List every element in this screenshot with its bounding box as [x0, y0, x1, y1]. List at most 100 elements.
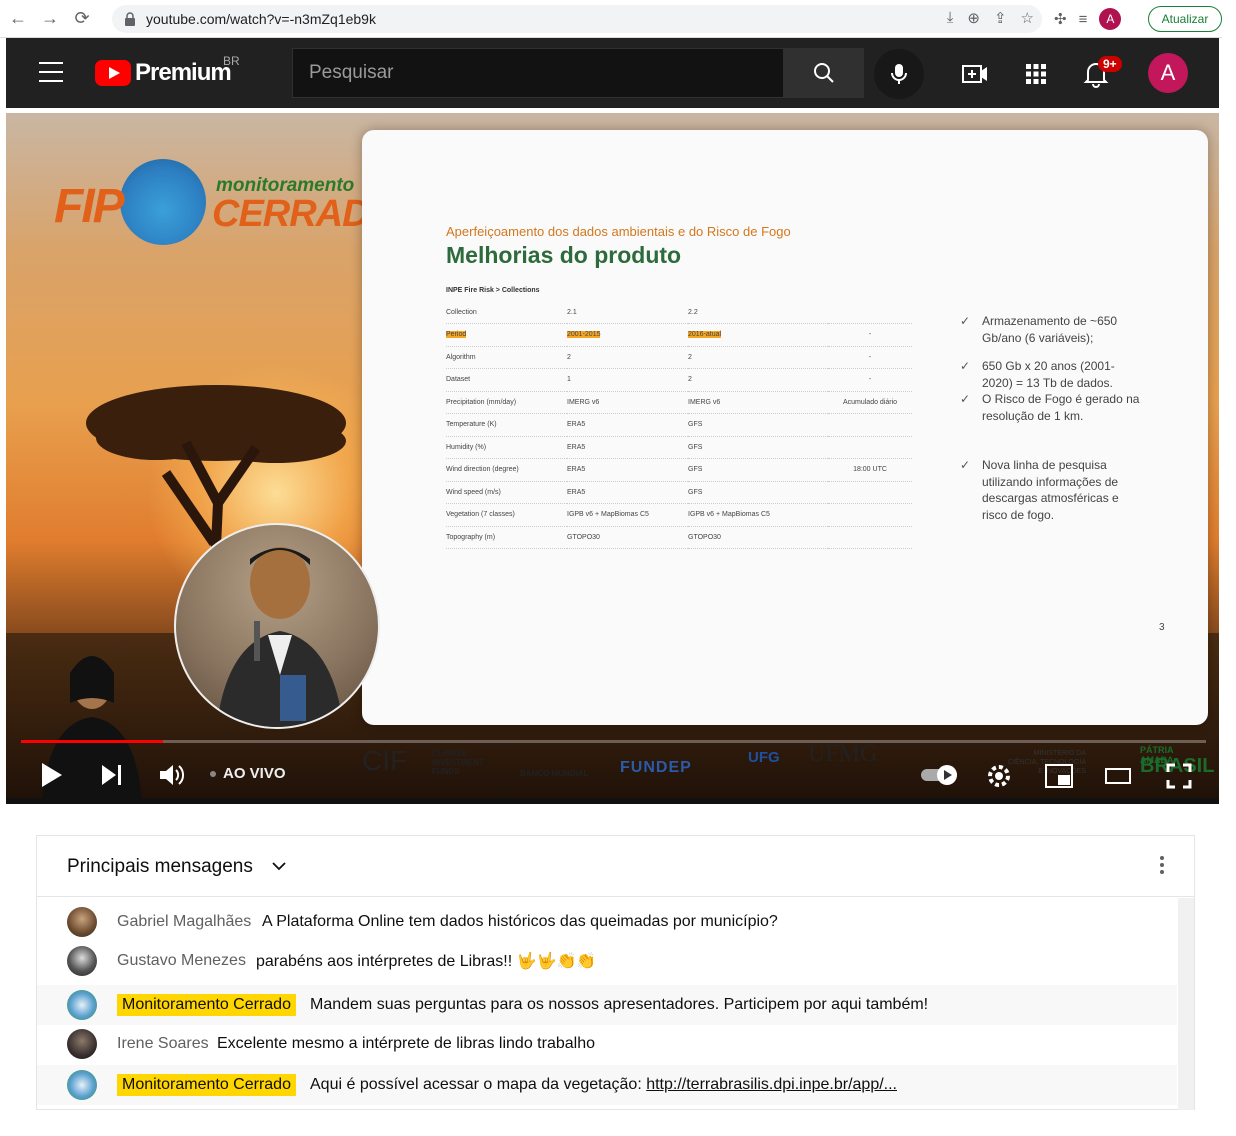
table-cell: ERA5 [567, 481, 688, 504]
more-options-icon[interactable] [1160, 856, 1164, 877]
update-button[interactable]: Atualizar [1148, 6, 1222, 32]
autoplay-toggle-icon[interactable] [919, 763, 967, 787]
slide-bullets: Armazenamento de ~650 Gb/ano (6 variávei… [960, 313, 1140, 523]
table-cell-text: Algorithm [446, 353, 476, 361]
reading-list-icon[interactable]: ≡ [1079, 11, 1088, 28]
account-avatar[interactable]: A [1148, 53, 1188, 93]
play-icon[interactable] [40, 761, 64, 789]
avatar[interactable] [67, 990, 97, 1020]
message-author-owner[interactable]: Monitoramento Cerrado [117, 994, 296, 1016]
fip-globe-icon [120, 159, 206, 245]
message-author[interactable]: Irene Soares [117, 1035, 209, 1053]
table-row: Algorithm 2 2 - [446, 346, 912, 369]
table-row: Precipitation (mm/day) IMERG v6 IMERG v6 Ac… [446, 391, 912, 414]
apps-grid-icon[interactable] [1022, 60, 1050, 88]
share-icon[interactable]: ⇪ [994, 9, 1007, 27]
table-cell: Temperature (K) [446, 413, 567, 437]
browser-toolbar: ← → ⟳ youtube.com/watch?v=-n3mZq1eb9k ⤓ … [0, 0, 1222, 38]
table-cell-text: 2.2 [688, 308, 698, 316]
table-cell: Wind speed (m/s) [446, 481, 567, 504]
slide-title: Melhorias do produto [446, 242, 682, 268]
back-icon[interactable]: ← [4, 5, 32, 33]
table-cell: GFS [688, 458, 828, 482]
chat-scrollbar[interactable] [1178, 898, 1194, 1110]
address-bar[interactable]: youtube.com/watch?v=-n3mZq1eb9k ⤓ ⊕ ⇪ ☆ [112, 5, 1042, 33]
page: ← → ⟳ youtube.com/watch?v=-n3mZq1eb9k ⤓ … [0, 0, 1236, 1136]
zoom-icon[interactable]: ⊕ [967, 9, 980, 27]
live-dot [210, 771, 216, 777]
table-cell: Wind direction (degree) [446, 458, 567, 482]
table-cell [828, 481, 912, 504]
chat-message-pinned: Monitoramento Cerrado Aqui é possível ac… [37, 1065, 1177, 1105]
video-player[interactable]: FIP monitoramento CERRADO Aperfeiçoament… [6, 113, 1219, 803]
table-cell-text: ERA5 [567, 421, 586, 429]
lock-icon [125, 12, 135, 26]
table-cell: Algorithm [446, 346, 567, 369]
chat-mode-dropdown[interactable]: Principais mensagens [67, 856, 253, 878]
avatar[interactable] [67, 946, 97, 976]
table-row: Period 2001-2015 2016-atual - [446, 323, 912, 347]
table-cell-text: - [868, 353, 872, 361]
country-code: BR [223, 54, 240, 68]
table-cell-text: Temperature (K) [446, 421, 497, 429]
message-link[interactable]: http://terrabrasilis.dpi.inpe.br/app/... [646, 1076, 897, 1093]
forward-icon[interactable]: → [36, 5, 64, 33]
avatar[interactable] [67, 907, 97, 937]
progress-fill [21, 740, 164, 743]
extensions-icon[interactable]: ✣ [1054, 10, 1067, 28]
live-label[interactable]: AO VIVO [223, 765, 286, 782]
table-row: Wind speed (m/s) ERA5 GFS [446, 481, 912, 504]
fip-logo-text: FIP [54, 180, 125, 233]
table-cell: IGPB v6 + MapBiomas C5 [567, 503, 688, 527]
slide-page-number: 3 [1159, 622, 1165, 633]
table-cell: Period [446, 323, 567, 347]
message-author-owner[interactable]: Monitoramento Cerrado [117, 1074, 296, 1096]
search-box[interactable] [292, 48, 784, 98]
reload-icon[interactable]: ⟳ [68, 5, 96, 33]
install-icon[interactable]: ⤓ [947, 9, 954, 27]
youtube-logo[interactable]: Premium [95, 59, 232, 87]
browser-profile-avatar[interactable]: A [1099, 8, 1122, 30]
ufmg-logo-text: UFMG [808, 741, 878, 767]
chevron-down-icon[interactable] [271, 858, 287, 874]
table-cell: ERA5 [567, 458, 688, 482]
table-cell-text: ERA5 [567, 488, 586, 496]
message-text: Excelente mesmo a intérprete de libras l… [217, 1035, 595, 1052]
fullscreen-icon[interactable] [1166, 763, 1192, 789]
volume-icon[interactable] [157, 761, 185, 789]
table-cell-text: 2 [688, 353, 692, 361]
video-bottom-border [6, 798, 1219, 804]
table-cell [828, 526, 912, 549]
avatar[interactable] [67, 1070, 97, 1100]
table-cell: GTOPO30 [688, 526, 828, 549]
cif-logo-text: CIF [362, 745, 408, 776]
live-chat-panel: Principais mensagens Gabriel Magalhães A… [36, 835, 1195, 1110]
next-icon[interactable] [100, 763, 124, 787]
table-cell: ERA5 [567, 436, 688, 459]
settings-gear-icon[interactable] [986, 763, 1012, 789]
create-video-icon[interactable] [961, 60, 989, 88]
search-input[interactable] [309, 62, 783, 84]
youtube-header: Premium BR 9+ A [6, 38, 1219, 108]
bookmark-star-icon[interactable]: ☆ [1021, 9, 1034, 27]
message-text: Mandem suas perguntas para os nossos apr… [310, 996, 929, 1013]
youtube-play-icon [95, 60, 131, 86]
table-cell: IGPB v6 + MapBiomas C5 [688, 503, 828, 527]
avatar[interactable] [67, 1029, 97, 1059]
message-author[interactable]: Gustavo Menezes [117, 952, 246, 970]
table-cell-text: Acumulado diário [842, 398, 898, 406]
menu-icon[interactable] [39, 62, 63, 82]
table-cell-text: Collection [446, 308, 477, 316]
table-cell: GFS [688, 413, 828, 437]
table-cell: Topography (m) [446, 526, 567, 549]
theater-mode-icon[interactable] [1104, 763, 1132, 789]
message-author[interactable]: Gabriel Magalhães [117, 913, 251, 931]
table-cell [828, 301, 912, 324]
table-cell: Acumulado diário [828, 391, 912, 414]
voice-search-button[interactable] [874, 49, 924, 99]
miniplayer-icon[interactable] [1044, 763, 1074, 789]
table-cell-text: ERA5 [567, 466, 586, 474]
presenter-image [174, 523, 380, 729]
table-cell-text: - [868, 331, 872, 339]
search-button[interactable] [784, 48, 864, 98]
